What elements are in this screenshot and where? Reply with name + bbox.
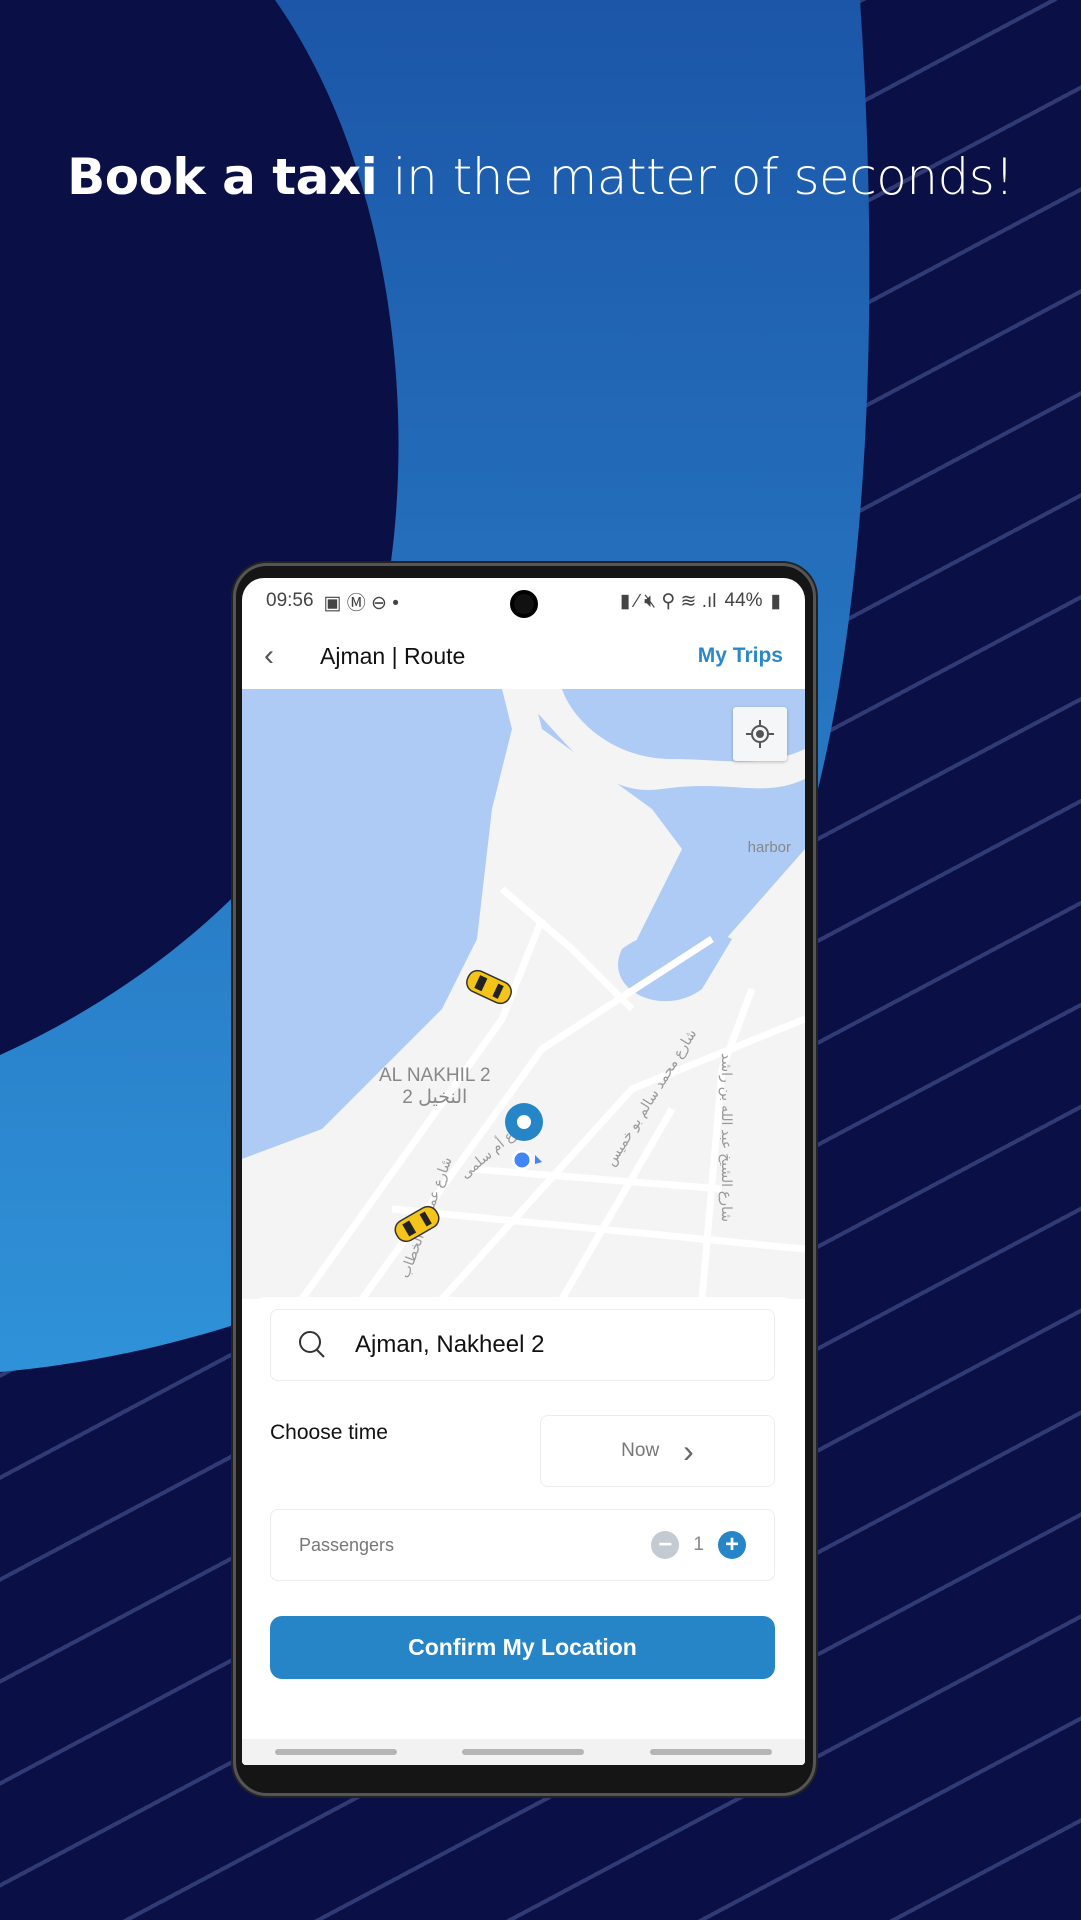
nav-handle[interactable] bbox=[462, 1749, 585, 1755]
system-icons: ▮ ∕ 🔇︎ ⚲ ≋ .ıl bbox=[619, 590, 717, 612]
street-label: شارع الشيخ عبد الله بن راشد bbox=[718, 1053, 735, 1222]
booking-panel: Ajman, Nakheel 2 Choose time Now › Passe… bbox=[242, 1297, 805, 1765]
app-header: ‹ Ajman | Route My Trips bbox=[242, 624, 805, 688]
location-search-input[interactable]: Ajman, Nakheel 2 bbox=[270, 1309, 775, 1381]
back-button[interactable]: ‹ bbox=[264, 639, 320, 673]
passenger-stepper: − 1 + bbox=[651, 1531, 746, 1559]
page-title: Ajman | Route bbox=[320, 642, 466, 669]
map-label-harbor: harbor bbox=[747, 839, 791, 856]
locate-me-button[interactable] bbox=[733, 707, 787, 761]
chevron-right-icon: › bbox=[683, 1432, 694, 1469]
current-location-icon bbox=[512, 1150, 542, 1170]
app-screen: 09:56 ▣ Ⓜ ⊖ • ▮ ∕ 🔇︎ ⚲ ≋ .ıl 44% ▮ ‹ Ajm… bbox=[242, 578, 805, 1765]
increment-button[interactable]: + bbox=[718, 1531, 746, 1559]
crosshair-icon bbox=[746, 720, 774, 748]
choose-time-label: Choose time bbox=[270, 1421, 388, 1444]
time-selector[interactable]: Now › bbox=[540, 1415, 775, 1487]
search-icon bbox=[299, 1331, 325, 1358]
passengers-row: Passengers − 1 + bbox=[270, 1509, 775, 1581]
confirm-location-button[interactable]: Confirm My Location bbox=[270, 1616, 775, 1679]
map-view[interactable]: harbor AL NAKHIL 2 النخيل 2 شارع محمد سال… bbox=[242, 689, 805, 1299]
time-value: Now bbox=[621, 1440, 660, 1461]
nav-handle[interactable] bbox=[274, 1749, 397, 1755]
decrement-button[interactable]: − bbox=[651, 1531, 680, 1559]
headline: Book a taxi in the matter of seconds! bbox=[67, 148, 1014, 206]
camera-icon bbox=[510, 590, 538, 618]
battery-level: 44% bbox=[724, 590, 763, 611]
passengers-label: Passengers bbox=[299, 1534, 395, 1555]
pickup-pin-icon bbox=[505, 1103, 543, 1141]
search-value: Ajman, Nakheel 2 bbox=[355, 1331, 545, 1358]
map-label-district: AL NAKHIL 2 النخيل 2 bbox=[379, 1065, 491, 1108]
notification-icons: ▣ Ⓜ ⊖ • bbox=[323, 592, 399, 614]
battery-icon: ▮ bbox=[770, 590, 781, 612]
my-trips-link[interactable]: My Trips bbox=[698, 644, 783, 668]
status-time: 09:56 bbox=[266, 590, 314, 611]
passenger-count: 1 bbox=[693, 1534, 704, 1555]
system-nav-bar bbox=[242, 1739, 805, 1765]
nav-handle[interactable] bbox=[650, 1749, 773, 1755]
